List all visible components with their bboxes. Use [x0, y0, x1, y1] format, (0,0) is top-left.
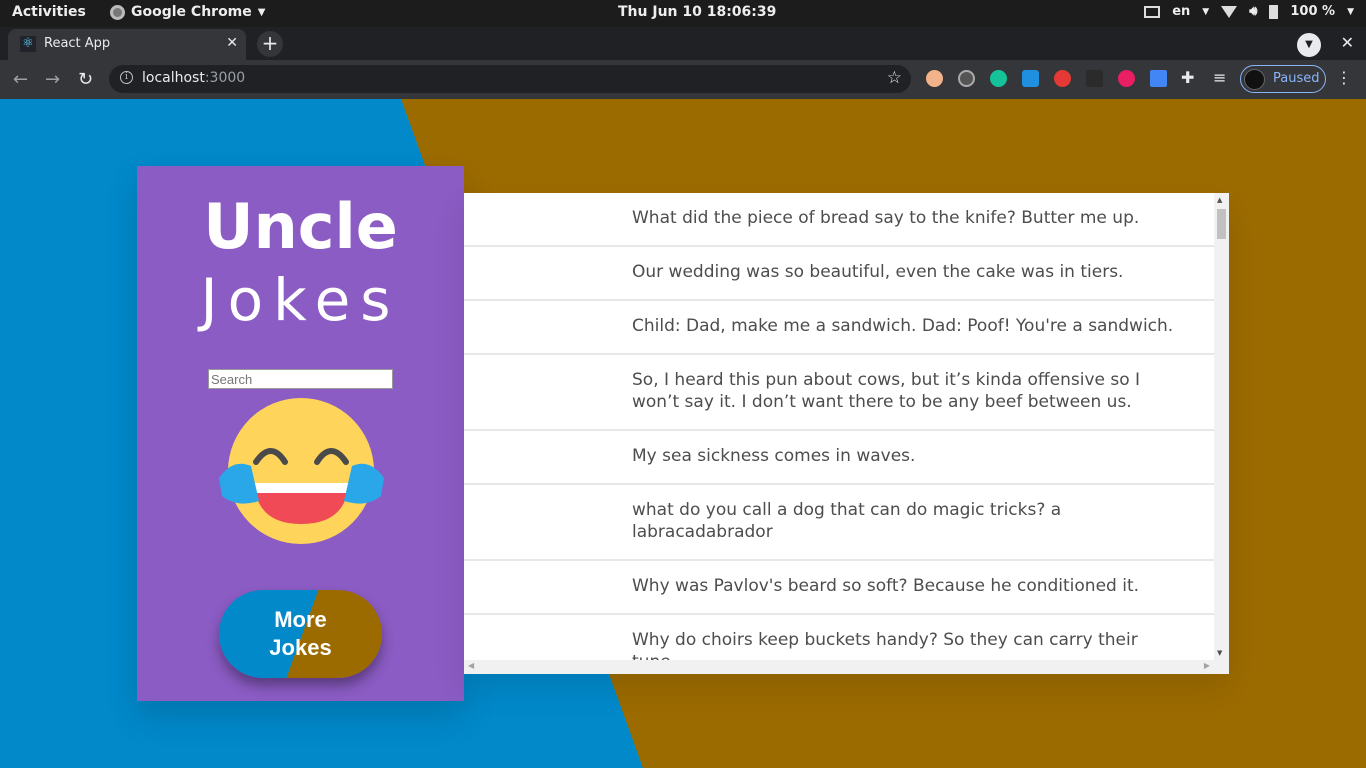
system-top-bar: Activities Google Chrome ▼ Thu Jun 10 18… — [0, 0, 1366, 27]
extension-icon[interactable] — [1118, 70, 1135, 87]
url-text[interactable]: localhost:3000 — [142, 70, 245, 86]
forward-icon[interactable]: → — [45, 69, 60, 90]
extension-icon[interactable] — [1086, 70, 1103, 87]
address-bar[interactable]: i localhost:3000 ☆ — [109, 65, 911, 93]
extension-icon[interactable] — [1054, 70, 1071, 87]
react-icon: ⚛ — [20, 36, 36, 52]
scroll-left-icon[interactable]: ◀ — [468, 661, 474, 670]
tab-react-app[interactable]: ⚛ React App ✕ — [8, 29, 246, 60]
activities-button[interactable]: Activities — [12, 4, 86, 20]
profile-status: Paused — [1273, 71, 1320, 86]
chevron-down-icon: ▼ — [1347, 6, 1354, 17]
chevron-down-icon: ▼ — [1202, 6, 1210, 17]
app-menu-label: Google Chrome — [131, 4, 252, 20]
scroll-down-icon[interactable]: ▼ — [1217, 649, 1222, 657]
vertical-scrollbar[interactable]: ▲ ▼ — [1214, 193, 1229, 660]
extensions-puzzle-icon[interactable]: ✚ — [1181, 68, 1194, 87]
language-indicator[interactable]: en — [1172, 4, 1190, 19]
battery-level: 100 % — [1290, 4, 1336, 19]
translate-icon[interactable] — [1150, 70, 1167, 87]
battery-icon[interactable] — [1269, 4, 1279, 19]
reload-icon[interactable]: ↻ — [78, 69, 93, 90]
reading-list-icon[interactable]: ≡ — [1213, 68, 1226, 87]
site-info-icon[interactable]: i — [120, 71, 133, 84]
new-tab-button[interactable]: + — [257, 31, 283, 57]
tab-strip: ⚛ React App ✕ + ▼ ✕ — [0, 27, 1366, 60]
joke-item: My sea sickness comes in waves. — [464, 431, 1214, 485]
bookmark-star-icon[interactable]: ☆ — [887, 68, 902, 88]
volume-icon[interactable]: 🔊︎ — [1249, 4, 1257, 19]
profile-button[interactable]: Paused — [1240, 65, 1326, 93]
window-close-icon[interactable]: ✕ — [1341, 33, 1354, 52]
page-viewport: Uncle Jokes More Jokes What did the piec… — [0, 99, 1366, 768]
joke-item: Our wedding was so beautiful, even the c… — [464, 247, 1214, 301]
grammarly-icon[interactable] — [990, 70, 1007, 87]
tab-search-icon[interactable]: ▼ — [1297, 33, 1321, 57]
back-icon[interactable]: ← — [13, 69, 28, 90]
extension-icon[interactable] — [1022, 70, 1039, 87]
scrollbar-thumb[interactable] — [1217, 209, 1226, 239]
wifi-icon[interactable] — [1221, 5, 1238, 18]
joke-item: Child: Dad, make me a sandwich. Dad: Poo… — [464, 301, 1214, 355]
joke-item: Why was Pavlov's beard so soft? Because … — [464, 561, 1214, 615]
chevron-down-icon: ▼ — [257, 6, 266, 18]
laughing-emoji-icon — [219, 398, 384, 544]
title-jokes: Jokes — [200, 266, 401, 334]
more-menu-icon[interactable]: ⋮ — [1336, 68, 1352, 87]
avatar — [1244, 69, 1265, 90]
joke-item: Why do choirs keep buckets handy? So the… — [464, 615, 1214, 660]
title-uncle: Uncle — [203, 190, 398, 263]
sidebar-panel: Uncle Jokes More Jokes — [137, 166, 464, 701]
browser-toolbar: ← → ↻ i localhost:3000 ☆ ✚ ≡ Paused ⋮ — [0, 60, 1366, 99]
horizontal-scrollbar[interactable]: ◀ ▶ — [464, 660, 1229, 674]
joke-item: what do you call a dog that can do magic… — [464, 485, 1214, 561]
app-menu[interactable]: Google Chrome ▼ — [110, 4, 265, 20]
workspace-icon[interactable] — [1144, 5, 1161, 18]
extension-icon[interactable] — [926, 70, 943, 87]
joke-item: So, I heard this pun about cows, but it’… — [464, 355, 1214, 431]
search-input[interactable] — [208, 369, 393, 389]
scroll-up-icon[interactable]: ▲ — [1217, 196, 1222, 204]
scroll-right-icon[interactable]: ▶ — [1204, 661, 1210, 670]
joke-list[interactable]: What did the piece of bread say to the k… — [464, 193, 1214, 660]
clock[interactable]: Thu Jun 10 18:06:39 — [618, 4, 776, 20]
chrome-icon — [110, 4, 125, 20]
system-tray[interactable]: en ▼ 🔊︎ 100 % ▼ — [1144, 4, 1354, 19]
jokes-panel: What did the piece of bread say to the k… — [464, 193, 1229, 674]
tab-title: React App — [44, 36, 111, 51]
more-jokes-button[interactable]: More Jokes — [219, 590, 382, 678]
extension-icon[interactable] — [958, 70, 975, 87]
joke-item: What did the piece of bread say to the k… — [464, 193, 1214, 247]
close-icon[interactable]: ✕ — [226, 35, 238, 51]
